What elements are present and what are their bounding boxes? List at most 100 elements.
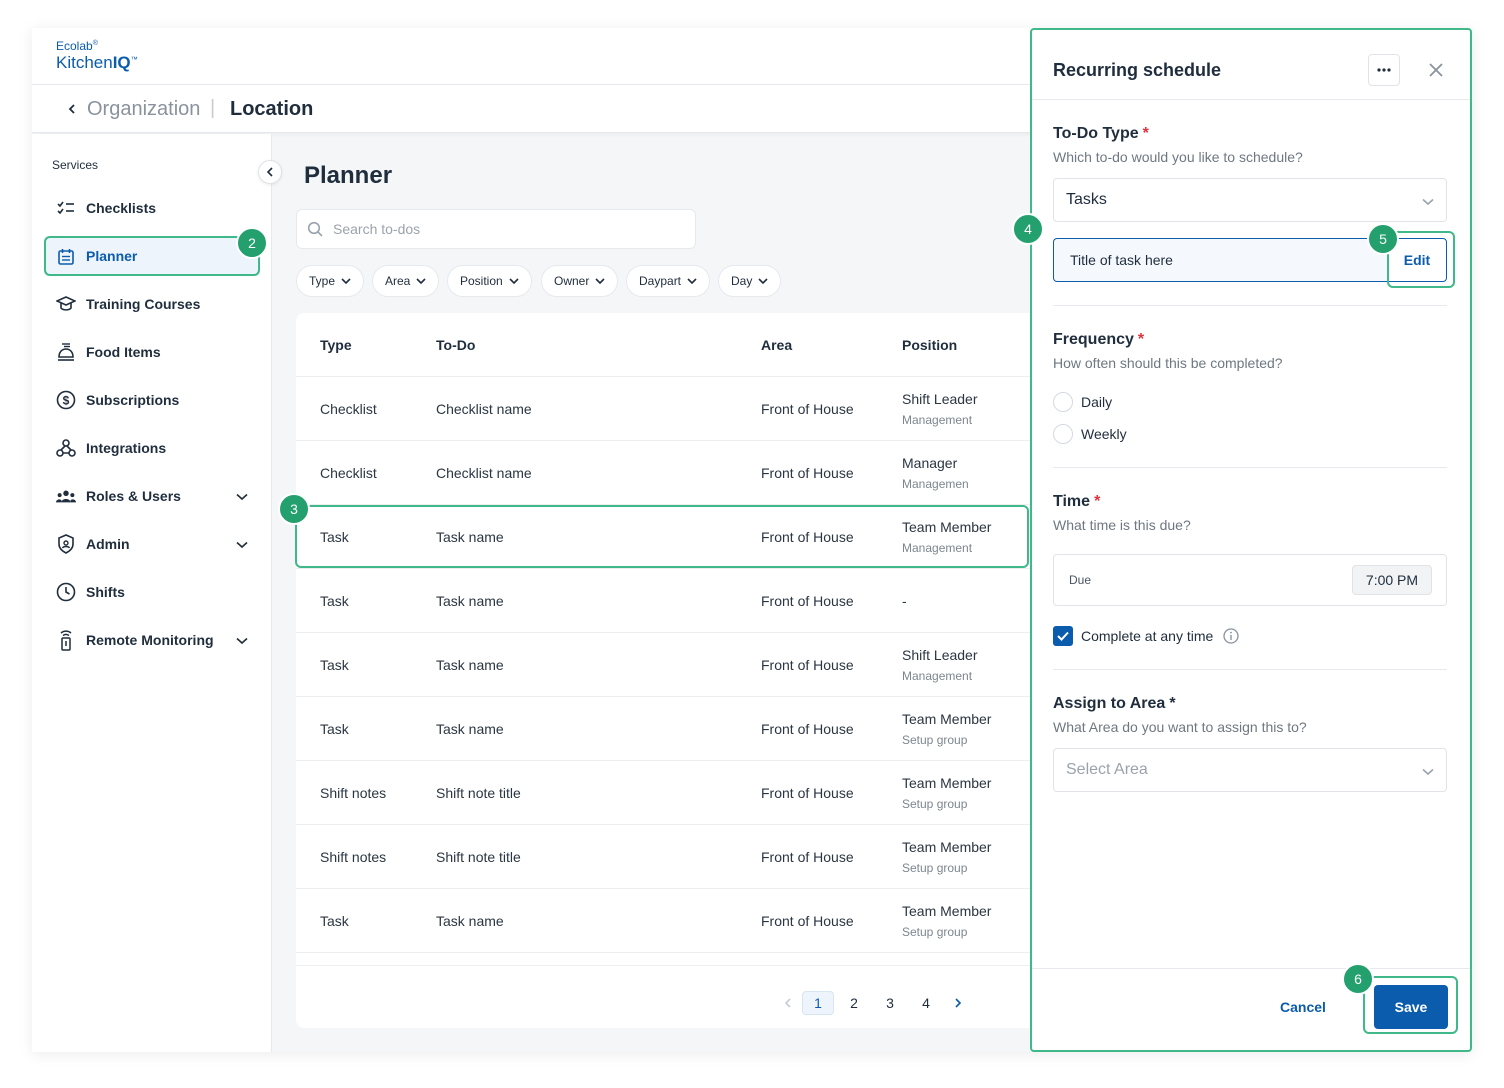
cell-position: - [902,593,907,609]
chevron-left-icon [784,998,791,1008]
pagination-divider [296,965,1036,966]
task-title-field[interactable]: Title of task here [1053,238,1387,282]
pagination-page[interactable]: 3 [874,991,906,1015]
sidebar-title: Services [52,158,99,172]
brand-logo: Ecolab® KitchenIQ™ [56,40,138,71]
filter-label: Owner [554,274,590,288]
position-name: Team Member [902,839,992,855]
frequency-daily-radio[interactable]: Daily [1053,392,1112,412]
radio-circle [1053,392,1073,412]
sidebar-item-subscriptions[interactable]: $ Subscriptions [44,380,260,420]
sidebar-item-training-courses[interactable]: Training Courses [44,284,260,324]
recurring-schedule-panel: Recurring schedule To-Do Type * Which to-… [1030,28,1472,1052]
sensor-icon [56,630,76,651]
sidebar-collapse-button[interactable] [258,160,282,184]
position-group: Management [902,669,973,683]
cell-position: Shift Leader Management [902,647,978,683]
search-input[interactable] [333,221,673,237]
search-icon [307,221,323,240]
sidebar-item-planner[interactable]: Planner [44,236,260,276]
cell-area: Front of House [761,849,854,865]
table-row[interactable]: Task Task name Front of House Team Membe… [296,888,1036,952]
chevron-down-icon [341,277,351,284]
back-button[interactable] [62,97,82,121]
table-row[interactable]: Shift notes Shift note title Front of Ho… [296,824,1036,888]
table-row[interactable]: Task Task name Front of House Shift Lead… [296,632,1036,696]
cell-position: Team Member Setup group [902,775,991,811]
position-group: Setup group [902,861,968,875]
column-header-area[interactable]: Area [761,337,792,353]
column-header-type[interactable]: Type [320,337,352,353]
pagination-page[interactable]: 4 [910,991,942,1015]
todo-type-select[interactable]: Tasks [1053,178,1447,222]
due-time-field: Due 7:00 PM [1053,554,1447,606]
info-icon[interactable] [1223,628,1239,644]
sidebar-item-food-items[interactable]: Food Items [44,332,260,372]
sidebar-item-label: Roles & Users [86,488,181,504]
sidebar-item-checklists[interactable]: Checklists [44,188,260,228]
chevron-down-icon [1422,193,1434,211]
breadcrumb-organization[interactable]: Organization [87,98,200,121]
required-marker: * [1094,493,1101,510]
area-select[interactable]: Select Area [1053,748,1447,792]
table-row[interactable]: Checklist Checklist name Front of House … [296,440,1036,504]
sidebar-item-remote-monitoring[interactable]: Remote Monitoring [44,620,260,660]
time-help: What time is this due? [1053,517,1191,533]
filter-position[interactable]: Position [447,265,532,297]
brand-registered-mark: ® [92,40,98,47]
sidebar-item-label: Integrations [86,440,167,456]
table-row[interactable]: Task Task name Front of House Team Membe… [296,504,1036,568]
select-value: Tasks [1066,191,1107,208]
chevron-down-icon [236,536,248,552]
checklist-icon [56,198,76,218]
table-row[interactable]: Task Task name Front of House - [296,568,1036,632]
filter-day[interactable]: Day [718,265,782,297]
sidebar-item-roles-users[interactable]: Roles & Users [44,476,260,516]
column-header-todo[interactable]: To-Do [436,337,475,353]
filter-type[interactable]: Type [296,265,365,297]
pagination-next[interactable] [942,991,974,1015]
check-icon [1057,631,1069,641]
chevron-down-icon [416,277,426,284]
more-options-button[interactable] [1368,54,1400,86]
step-badge-5: 5 [1367,223,1399,255]
cell-type: Task [320,593,349,609]
due-time-picker[interactable]: 7:00 PM [1352,565,1432,595]
sidebar-item-admin[interactable]: Admin [44,524,260,564]
food-tray-icon [56,342,76,362]
chevron-down-icon [509,277,519,284]
cancel-button[interactable]: Cancel [1280,999,1326,1015]
position-group: Managemen [902,477,969,491]
filter-area[interactable]: Area [372,265,440,297]
cell-type: Task [320,529,349,545]
close-button[interactable] [1424,58,1448,82]
sidebar-item-label: Remote Monitoring [86,632,214,648]
position-group: Management [902,413,973,427]
table-row [296,952,1036,972]
more-horizontal-icon [1377,68,1391,72]
filter-owner[interactable]: Owner [541,265,619,297]
cell-type: Shift notes [320,785,387,801]
pagination-page[interactable]: 2 [838,991,870,1015]
frequency-weekly-radio[interactable]: Weekly [1053,424,1127,444]
pagination-prev[interactable] [772,991,804,1015]
cell-todo: Task name [436,657,504,673]
column-header-position[interactable]: Position [902,337,957,353]
cell-position: Team Member Management [902,519,991,555]
pagination-page[interactable]: 1 [802,991,834,1015]
table-row[interactable]: Task Task name Front of House Team Membe… [296,696,1036,760]
radio-label: Weekly [1081,426,1127,442]
table-row[interactable]: Checklist Checklist name Front of House … [296,376,1036,440]
position-name: Shift Leader [902,647,978,663]
save-button[interactable]: Save [1374,985,1448,1029]
sidebar-item-shifts[interactable]: Shifts [44,572,260,612]
filter-daypart[interactable]: Daypart [626,265,711,297]
complete-any-time-checkbox[interactable]: Complete at any time [1053,626,1239,646]
cell-todo: Shift note title [436,785,521,801]
chevron-down-icon [758,277,768,284]
sidebar-item-integrations[interactable]: Integrations [44,428,260,468]
position-group: Setup group [902,925,968,939]
cell-area: Front of House [761,657,854,673]
table-row[interactable]: Shift notes Shift note title Front of Ho… [296,760,1036,824]
checkbox-label: Complete at any time [1081,628,1214,644]
